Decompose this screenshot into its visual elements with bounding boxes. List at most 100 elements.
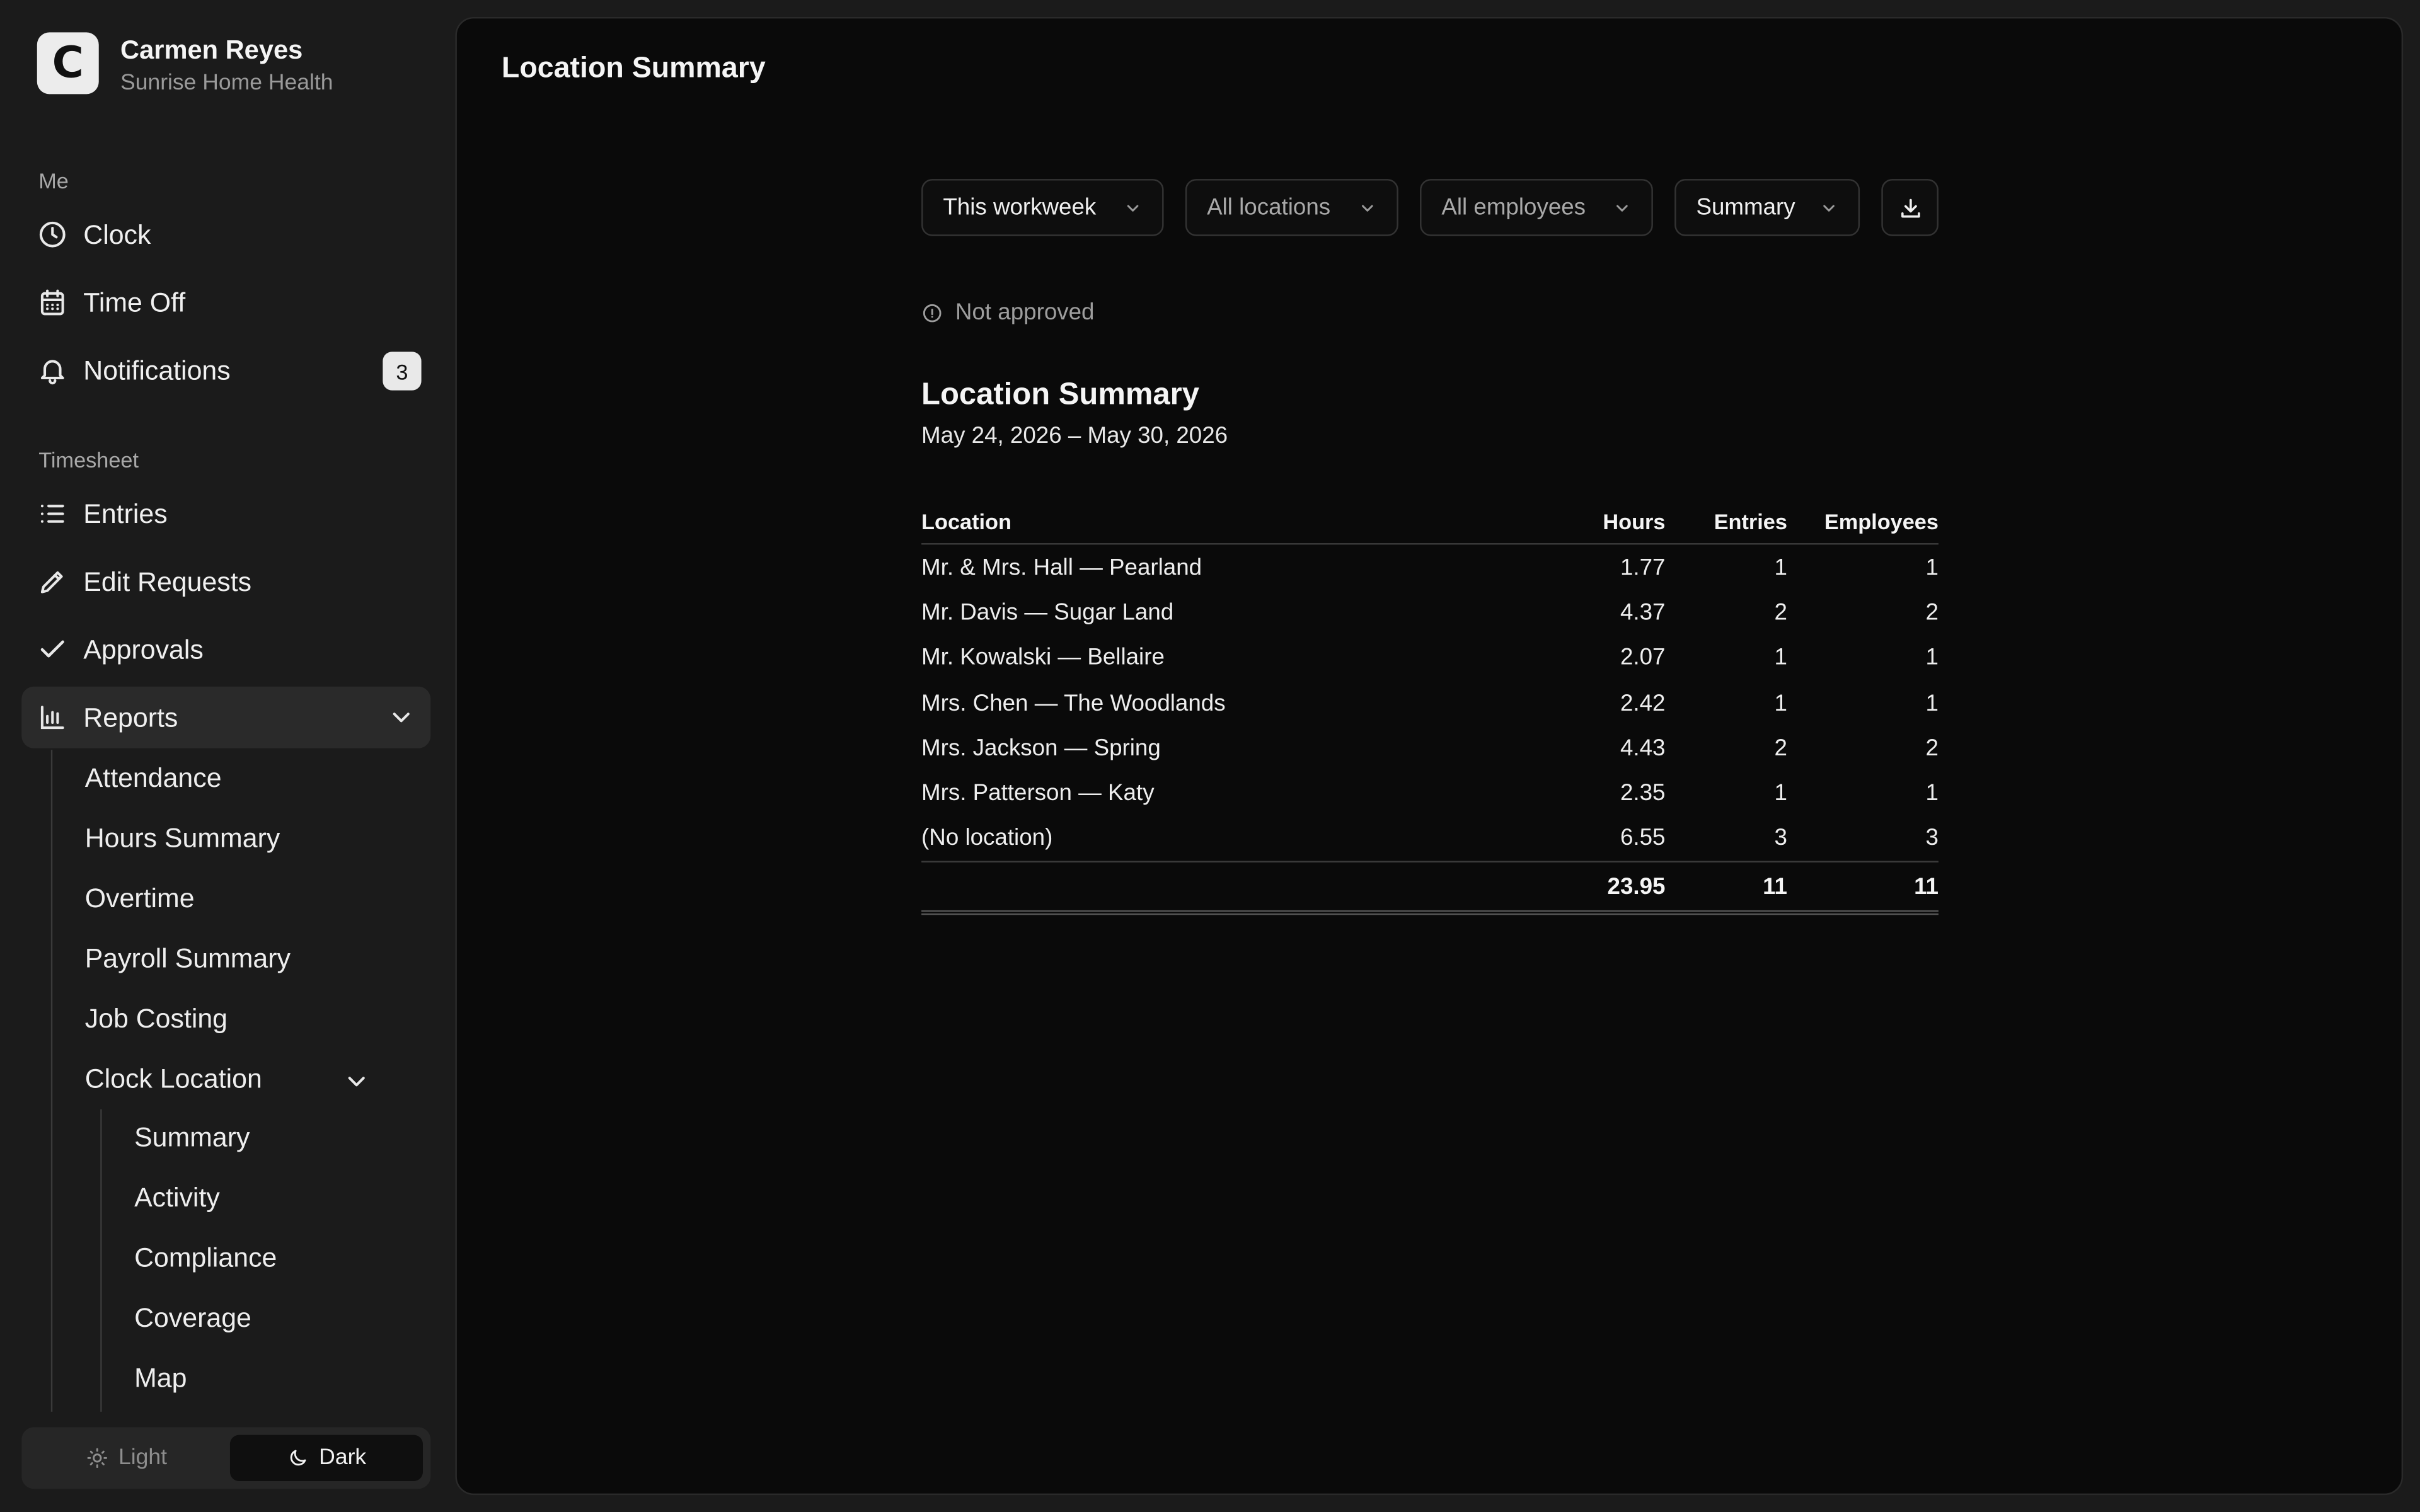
pencil-icon	[40, 571, 63, 593]
sidebar-item-cl-coverage[interactable]: Coverage	[134, 1302, 251, 1334]
table-row: Mrs. Patterson — Katy 2.35 1 1	[921, 770, 1939, 816]
theme-light-label: Light	[118, 1445, 168, 1470]
cell-employees: 3	[1925, 825, 1939, 852]
bar-chart-icon	[40, 706, 64, 730]
download-button[interactable]	[1881, 179, 1939, 236]
table-total-row: 23.95 11 11	[921, 861, 1939, 915]
cell-location: Mrs. Jackson — Spring	[921, 735, 1161, 762]
nav-item-edit-requests[interactable]: Edit Requests	[21, 551, 430, 612]
account-header[interactable]: C Carmen Reyes Sunrise Home Health	[37, 32, 333, 98]
moon-icon	[289, 1450, 306, 1466]
user-name: Carmen Reyes	[120, 35, 303, 65]
chevron-down-icon	[1127, 205, 1139, 212]
table-row: Mrs. Jackson — Spring 4.43 2 2	[921, 725, 1939, 770]
table-row: Mrs. Chen — The Woodlands 2.42 1 1	[921, 680, 1939, 726]
reports-tree-line	[50, 750, 53, 1412]
calendar-icon	[40, 289, 64, 316]
column-header-employees: Employees	[1824, 509, 1939, 534]
cell-location: Mr. & Mrs. Hall — Pearland	[921, 554, 1202, 581]
sidebar-item-hours-summary[interactable]: Hours Summary	[85, 822, 280, 854]
theme-light-button[interactable]: Light	[30, 1435, 224, 1481]
clock-location-label: Clock Location	[84, 1063, 262, 1094]
sidebar-item-cl-compliance[interactable]: Compliance	[134, 1242, 277, 1274]
cell-location: (No location)	[921, 825, 1053, 852]
table-header-row: Location Hours Entries Employees	[921, 500, 1939, 545]
check-icon	[40, 640, 64, 658]
table-row: (No location) 6.55 3 3	[921, 816, 1939, 861]
theme-dark-button[interactable]: Dark	[229, 1435, 424, 1482]
cell-employees: 1	[1925, 780, 1939, 806]
sidebar-item-overtime[interactable]: Overtime	[85, 883, 195, 915]
report-title: Location Summary	[921, 378, 1199, 412]
cell-entries: 2	[1774, 735, 1787, 762]
column-header-entries: Entries	[1714, 509, 1787, 534]
cell-employees: 2	[1925, 599, 1939, 626]
nav-item-label: Notifications	[83, 354, 231, 386]
cell-hours: 6.55	[1620, 825, 1666, 852]
sidebar-item-clock-location[interactable]: Clock Location	[85, 1063, 378, 1095]
locations-select-value: All locations	[1207, 194, 1331, 221]
table-row: Mr. Kowalski — Bellaire 2.07 1 1	[921, 635, 1939, 680]
cell-hours: 1.77	[1620, 554, 1666, 581]
cell-hours: 2.42	[1620, 689, 1666, 716]
column-header-hours: Hours	[1603, 509, 1666, 534]
org-name: Sunrise Home Health	[120, 71, 333, 96]
employees-select-value: All employees	[1441, 194, 1586, 221]
info-circle-icon	[923, 303, 942, 322]
chevron-down-icon	[1361, 205, 1373, 212]
nav-item-approvals[interactable]: Approvals	[21, 619, 430, 680]
section-label-timesheet: Timesheet	[38, 447, 139, 472]
nav-item-clock[interactable]: Clock	[21, 203, 430, 265]
total-employees: 11	[1914, 873, 1939, 900]
sidebar-item-attendance[interactable]: Attendance	[85, 762, 222, 794]
sidebar-item-cl-map[interactable]: Map	[134, 1362, 187, 1394]
sidebar: C Carmen Reyes Sunrise Home Health Me Cl…	[0, 0, 454, 1512]
chevron-down-icon	[393, 713, 410, 723]
cell-hours: 4.43	[1620, 735, 1666, 762]
total-hours: 23.95	[1607, 873, 1666, 900]
cell-employees: 2	[1925, 735, 1939, 762]
approval-status: Not approved	[921, 299, 1094, 326]
nav-item-notifications[interactable]: Notifications 3	[21, 340, 430, 401]
list-icon	[40, 505, 64, 523]
cell-location: Mrs. Patterson — Katy	[921, 780, 1155, 806]
page-title: Location Summary	[501, 52, 766, 85]
sidebar-item-cl-activity[interactable]: Activity	[134, 1182, 220, 1214]
sidebar-item-job-costing[interactable]: Job Costing	[85, 1003, 228, 1035]
nav-item-time-off[interactable]: Time Off	[21, 272, 430, 333]
nav-item-entries[interactable]: Entries	[21, 483, 430, 545]
view-select[interactable]: Summary	[1674, 179, 1860, 236]
nav-item-label: Approvals	[83, 633, 204, 665]
clock-icon	[39, 221, 66, 248]
sun-icon	[86, 1448, 107, 1469]
total-entries: 11	[1763, 873, 1787, 900]
org-logo: C	[37, 32, 99, 94]
section-label-me: Me	[38, 168, 69, 193]
cell-hours: 4.37	[1620, 599, 1666, 626]
app-window: C Carmen Reyes Sunrise Home Health Me Cl…	[0, 0, 2420, 1512]
period-select[interactable]: This workweek	[921, 179, 1164, 236]
nav-item-label: Clock	[83, 218, 151, 249]
nav-item-reports[interactable]: Reports	[21, 686, 431, 748]
chevron-down-icon	[1616, 205, 1628, 212]
cell-location: Mr. Kowalski — Bellaire	[921, 644, 1165, 671]
table-row: Mr. Davis — Sugar Land 4.37 2 2	[921, 590, 1939, 635]
cell-entries: 1	[1774, 689, 1787, 716]
cell-employees: 1	[1925, 689, 1939, 716]
location-summary-table: Location Hours Entries Employees Mr. & M…	[921, 500, 1939, 915]
employees-select[interactable]: All employees	[1420, 179, 1653, 236]
theme-dark-label: Dark	[319, 1445, 367, 1470]
sidebar-item-payroll-summary[interactable]: Payroll Summary	[85, 942, 291, 975]
account-info: Carmen Reyes Sunrise Home Health	[120, 32, 333, 98]
cell-location: Mrs. Chen — The Woodlands	[921, 689, 1226, 716]
sidebar-item-cl-summary[interactable]: Summary	[134, 1121, 250, 1154]
locations-select[interactable]: All locations	[1185, 179, 1398, 236]
cell-entries: 2	[1774, 599, 1787, 626]
nav-item-label: Time Off	[83, 286, 186, 318]
cell-location: Mr. Davis — Sugar Land	[921, 599, 1174, 626]
nav-item-label: Reports	[83, 701, 178, 733]
cell-employees: 1	[1925, 644, 1939, 671]
cell-employees: 1	[1925, 554, 1939, 581]
nav-item-label: Edit Requests	[83, 565, 252, 597]
chevron-down-icon	[348, 1077, 365, 1087]
